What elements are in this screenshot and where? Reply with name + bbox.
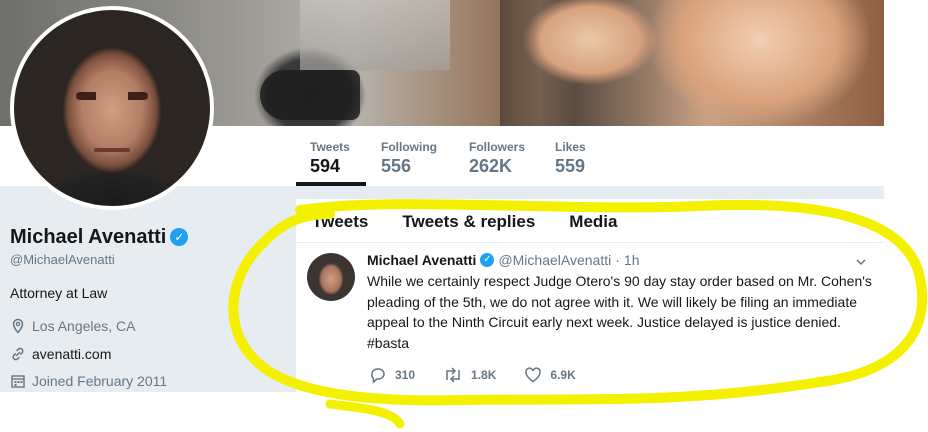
tab-media[interactable]: Media [569, 212, 617, 232]
avatar-eyes [76, 92, 148, 100]
verified-check-icon: ✓ [480, 253, 495, 267]
stat-following[interactable]: Following 556 [381, 140, 437, 177]
avatar-mouth [94, 148, 130, 152]
tweet-author-name[interactable]: Michael Avenatti [367, 252, 476, 268]
tweet-timestamp[interactable]: 1h [624, 252, 640, 268]
location-pin-icon [12, 318, 24, 334]
chevron-down-icon[interactable] [856, 257, 866, 267]
reply-icon [371, 368, 385, 384]
stat-label: Following [381, 140, 437, 154]
retweet-icon [446, 367, 460, 383]
divider [296, 242, 884, 243]
profile-website[interactable]: avenatti.com [10, 346, 111, 362]
retweet-button[interactable]: 1.8K [443, 366, 496, 384]
tweet-avatar[interactable] [307, 253, 355, 301]
stat-value: 262K [469, 156, 513, 176]
verified-check-icon: ✓ [170, 228, 189, 246]
stat-label: Followers [469, 140, 526, 154]
link-icon [12, 347, 24, 361]
stat-tweets[interactable]: Tweets 594 [310, 140, 350, 177]
hashtag-link[interactable]: #basta [367, 333, 877, 354]
profile-location-text: Los Angeles, CA [32, 318, 136, 334]
profile-handle[interactable]: @MichaelAvenatti [10, 252, 115, 267]
tweet-separator: · [615, 252, 620, 268]
tweet-text-line: While we certainly respect Judge Otero's… [367, 273, 872, 289]
tweet-text: While we certainly respect Judge Otero's… [367, 271, 877, 353]
reply-button[interactable]: 310 [369, 366, 415, 384]
stat-value: 556 [381, 156, 412, 176]
tweet-header: Michael Avenatti ✓ @MichaelAvenatti · 1h [367, 252, 639, 268]
profile-location: Los Angeles, CA [10, 318, 136, 334]
tweet-author-handle[interactable]: @MichaelAvenatti [498, 252, 611, 268]
profile-joined: Joined February 2011 [10, 373, 167, 389]
tweet-text-line: pleading of the 5th, we do not agree wit… [367, 293, 858, 310]
stat-value: 559 [555, 156, 586, 176]
banner-shadow [500, 0, 540, 126]
active-tab-indicator [296, 182, 366, 186]
main-gap [296, 187, 884, 199]
profile-name[interactable]: Michael Avenatti ✓ [10, 226, 189, 249]
tweet-text-line: appeal to the Ninth Circuit early next w… [367, 314, 841, 330]
stat-likes[interactable]: Likes 559 [555, 140, 586, 177]
banner-camera [260, 70, 360, 120]
profile-joined-text: Joined February 2011 [32, 373, 168, 389]
avatar[interactable] [10, 6, 214, 210]
calendar-icon [11, 375, 25, 388]
profile-website-text[interactable]: avenatti.com [32, 346, 111, 362]
tab-tweets-replies[interactable]: Tweets & replies [402, 212, 535, 232]
stat-label: Likes [555, 140, 586, 154]
profile-name-text: Michael Avenatti [10, 226, 167, 248]
timeline-tabs: Tweets Tweets & replies Media [312, 212, 617, 232]
stat-label: Tweets [310, 140, 350, 154]
reply-count: 310 [395, 368, 416, 382]
retweet-count: 1.8K [471, 368, 497, 382]
stat-value: 594 [310, 156, 341, 176]
profile-bio: Attorney at Law [10, 285, 108, 301]
tweet-actions: 310 1.8K 6.9K [369, 366, 604, 384]
heart-icon [525, 367, 542, 383]
stat-followers[interactable]: Followers 262K [469, 140, 525, 177]
tab-tweets[interactable]: Tweets [312, 212, 368, 232]
banner-building [300, 0, 450, 70]
like-count: 6.9K [550, 368, 576, 382]
like-button[interactable]: 6.9K [524, 366, 576, 384]
